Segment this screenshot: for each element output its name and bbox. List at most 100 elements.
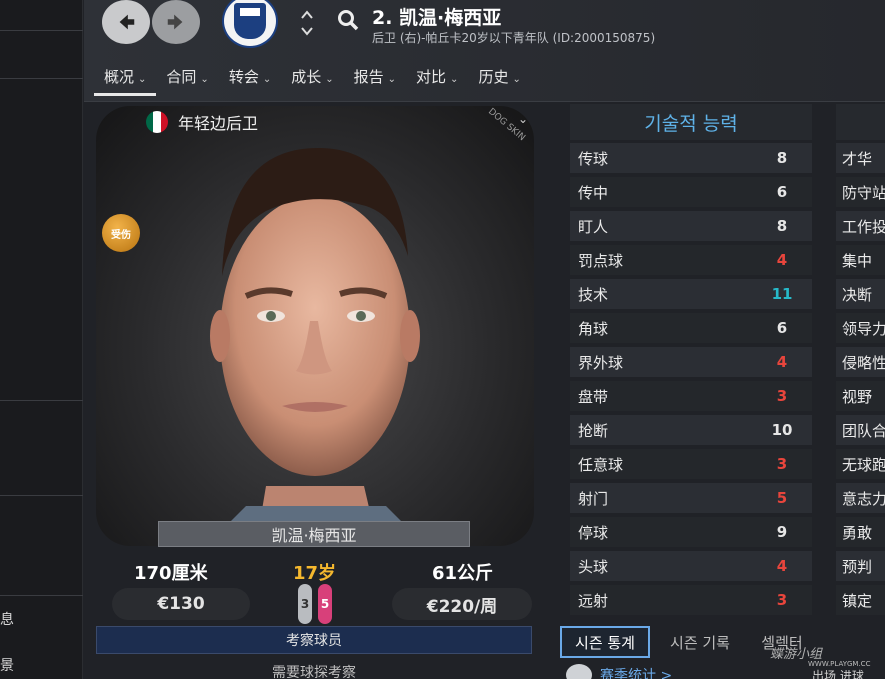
attribute-label: 远射 — [578, 591, 609, 610]
attribute-row[interactable]: 抢断 10 — [570, 415, 812, 445]
forward-button[interactable] — [152, 0, 200, 44]
attribute-label: 决断 — [842, 285, 873, 304]
attribute-row[interactable]: 停球 9 — [570, 517, 812, 547]
attribute-label: 射门 — [578, 489, 609, 508]
weight-value: 61公斤 — [432, 563, 494, 584]
chevron-down-icon: ⌄ — [512, 74, 521, 85]
attribute-label: 角球 — [578, 319, 609, 338]
attribute-row-mental[interactable]: 侵略性 — [836, 347, 885, 377]
attribute-label: 意志力 — [842, 489, 885, 508]
attribute-value: 5 — [776, 489, 788, 507]
attribute-value: 8 — [776, 217, 788, 235]
tab-season-records[interactable]: 시즌 기록 — [660, 626, 740, 658]
attribute-label: 才华 — [842, 149, 873, 168]
attribute-value: 11 — [771, 285, 793, 303]
attribute-value: 8 — [776, 149, 788, 167]
attribute-row[interactable]: 角球 6 — [570, 313, 812, 343]
chevron-down-icon: ⌄ — [325, 74, 334, 85]
header-bar: 2. 凯温·梅西亚 后卫 (右)-帕丘卡20岁以下青年队 (ID:2000150… — [84, 0, 885, 102]
attribute-label: 任意球 — [578, 455, 624, 474]
attribute-row[interactable]: 任意球 3 — [570, 449, 812, 479]
tab-reports[interactable]: 报告 ⌄ — [344, 66, 406, 96]
attribute-row-mental[interactable]: 团队合 — [836, 415, 885, 445]
attribute-label: 停球 — [578, 523, 609, 542]
sidebar-item-label[interactable]: 景 — [0, 655, 14, 675]
left-sidebar: 息 景 — [0, 0, 83, 679]
chevron-down-icon[interactable]: ⌄ — [518, 112, 528, 126]
attribute-row-mental[interactable]: 预判 — [836, 551, 885, 581]
attribute-label: 防守站 — [842, 183, 885, 202]
attribute-row-mental[interactable]: 勇敢 — [836, 517, 885, 547]
chevron-down-icon: ⌄ — [450, 74, 459, 85]
attribute-label: 视野 — [842, 387, 873, 406]
attribute-row-mental[interactable]: 集中 — [836, 245, 885, 275]
tab-season-stats[interactable]: 시즌 통계 — [560, 626, 650, 658]
club-crest-icon[interactable] — [222, 0, 278, 48]
attribute-value: 4 — [776, 251, 788, 269]
height-value: 170厘米 — [134, 563, 208, 584]
attribute-value: 4 — [776, 557, 788, 575]
stats-column-labels: 出场 进球 — [812, 669, 864, 679]
tab-compare[interactable]: 对比 ⌄ — [406, 66, 468, 96]
arrow-right-icon — [167, 14, 183, 30]
attribute-label: 技术 — [578, 285, 609, 304]
attribute-row-mental[interactable]: 防守站 — [836, 177, 885, 207]
sidebar-divider — [0, 495, 83, 496]
attribute-value: 6 — [776, 183, 788, 201]
attribute-row[interactable]: 盘带 3 — [570, 381, 812, 411]
attribute-row[interactable]: 传中 6 — [570, 177, 812, 207]
attribute-row-mental[interactable]: 视野 — [836, 381, 885, 411]
main-tabs: 概况 ⌄ 合同 ⌄ 转会 ⌄ 成长 ⌄ 报告 ⌄ 对比 ⌄ 历史 ⌄ — [94, 66, 531, 96]
attribute-row[interactable]: 技术 11 — [570, 279, 812, 309]
tab-development[interactable]: 成长 ⌄ — [281, 66, 343, 96]
tab-overview[interactable]: 概况 ⌄ — [94, 66, 157, 96]
scout-required-note: 需要球探考察 — [272, 665, 356, 679]
site-watermark-url: WWW.PLAYGM.CC — [808, 660, 871, 668]
season-stats-label: 赛季统计 > — [600, 668, 673, 679]
attribute-row[interactable]: 罚点球 4 — [570, 245, 812, 275]
attribute-label: 传中 — [578, 183, 609, 202]
attribute-value: 3 — [776, 455, 788, 473]
attribute-row[interactable]: 界外球 4 — [570, 347, 812, 377]
tab-transfer[interactable]: 转会 ⌄ — [219, 66, 281, 96]
attribute-row-mental[interactable]: 无球跑 — [836, 449, 885, 479]
attribute-row-mental[interactable]: 镇定 — [836, 585, 885, 615]
attribute-row[interactable]: 头球 4 — [570, 551, 812, 581]
season-stats-link[interactable]: 赛季统计 > — [566, 664, 672, 679]
attribute-value: 9 — [776, 523, 788, 541]
attribute-row-mental[interactable]: 工作投 — [836, 211, 885, 241]
attribute-label: 侵略性 — [842, 353, 885, 372]
player-profile-screen: 息 景 2. 凯温·梅西亚 后卫 (右)-帕丘卡20岁以下青年队 (ID:200… — [0, 0, 885, 679]
attribute-label: 集中 — [842, 251, 873, 270]
attribute-row-mental[interactable]: 意志力 — [836, 483, 885, 513]
player-portrait — [96, 106, 534, 546]
scout-player-button[interactable]: 考察球员 — [96, 626, 532, 654]
attribute-row[interactable]: 传球 8 — [570, 143, 812, 173]
player-title: 2. 凯温·梅西亚 — [372, 7, 502, 29]
attribute-label: 罚点球 — [578, 251, 624, 270]
player-nameplate: 凯温·梅西亚 — [158, 521, 470, 547]
age-value: 17岁 — [293, 563, 337, 584]
player-face-image — [206, 147, 426, 546]
attribute-label: 盯人 — [578, 217, 609, 236]
attribute-row-mental[interactable]: 决断 — [836, 279, 885, 309]
attribute-row[interactable]: 射门 5 — [570, 483, 812, 513]
up-down-chevron-icon[interactable] — [300, 8, 314, 38]
attribute-row[interactable]: 远射 3 — [570, 585, 812, 615]
back-button[interactable] — [102, 0, 150, 44]
tab-label: 对比 — [416, 68, 447, 86]
attribute-row-mental[interactable]: 才华 — [836, 143, 885, 173]
tab-history[interactable]: 历史 ⌄ — [468, 66, 530, 96]
attribute-label: 抢断 — [578, 421, 609, 440]
injury-badge[interactable]: 受伤 — [102, 214, 140, 252]
tab-contract[interactable]: 合同 ⌄ — [156, 66, 218, 96]
search-icon[interactable] — [336, 8, 360, 32]
attribute-label: 头球 — [578, 557, 609, 576]
attribute-label: 界外球 — [578, 353, 624, 372]
sidebar-item-label[interactable]: 息 — [0, 609, 14, 629]
attributes-title-right — [836, 104, 885, 140]
chevron-down-icon: ⌄ — [200, 74, 209, 85]
attribute-row-mental[interactable]: 领导力 — [836, 313, 885, 343]
attribute-row[interactable]: 盯人 8 — [570, 211, 812, 241]
attribute-label: 无球跑 — [842, 455, 885, 474]
